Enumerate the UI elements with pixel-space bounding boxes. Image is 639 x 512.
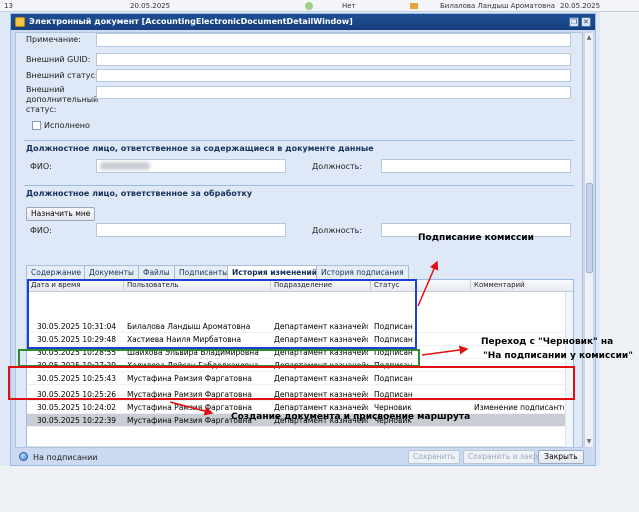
close-button[interactable]: Закрыть [538, 450, 584, 464]
window-titlebar[interactable]: Электронный документ [AccountingElectron… [11, 14, 595, 30]
cell-datetime: 30.05.2025 10:24:02 [37, 403, 117, 412]
bg-row-number: 13 [4, 2, 13, 10]
background-grid-row: 13 20.05.2025 Нет Билалова Ландыш Аромат… [0, 0, 639, 12]
assign-to-me-button[interactable]: Назначить мне [26, 207, 96, 221]
scroll-up-icon[interactable]: ▲ [585, 34, 593, 42]
redacted-text [100, 162, 150, 170]
ext-add-status-label: Внешний дополнительный статус: [26, 85, 99, 114]
check-icon [305, 2, 313, 10]
background-bottom [0, 466, 639, 512]
fio-field[interactable] [96, 159, 286, 173]
scroll-thumb[interactable] [586, 183, 593, 273]
ext-status-field[interactable] [96, 69, 571, 82]
note-field[interactable] [96, 33, 571, 47]
guid-field[interactable] [96, 53, 571, 66]
column-header-comment[interactable]: Комментарий [474, 281, 525, 289]
tab-documents[interactable]: Документы [84, 265, 139, 279]
processing-fio-field[interactable] [96, 223, 286, 237]
document-icon [15, 17, 25, 27]
close-icon[interactable]: ✕ [581, 17, 591, 27]
window-title: Электронный документ [AccountingElectron… [29, 17, 353, 26]
position-label: Должность: [312, 162, 363, 171]
position-label: Должность: [312, 226, 363, 235]
annotation-transition-line2: "На подписании у комиссии" [483, 351, 633, 361]
section-data-title: Должностное лицо, ответственное за содер… [26, 144, 374, 153]
annotation-transition-line1: Переход с "Черновик" на [481, 337, 614, 347]
scroll-down-icon[interactable]: ▼ [585, 438, 593, 446]
divider [24, 185, 574, 186]
column-separator [470, 280, 471, 292]
bg-row-date: 20.05.2025 [130, 2, 171, 10]
note-label: Примечание: [26, 35, 81, 44]
annotation-red-box [8, 366, 575, 400]
annotation-creation: Создание документа и присвоение маршрута [231, 412, 471, 422]
fio-label: ФИО: [30, 226, 52, 235]
executed-checkbox[interactable] [32, 121, 41, 130]
tab-strip: Содержание Документы Файлы Подписанты Ис… [26, 265, 574, 280]
position-field[interactable] [381, 159, 571, 173]
save-button[interactable]: Сохранить [408, 450, 460, 464]
guid-label: Внешний GUID: [26, 55, 91, 64]
annotation-blue-box [27, 279, 417, 349]
fio-label: ФИО: [30, 162, 52, 171]
save-and-close-button[interactable]: Сохранить и закрыть [463, 450, 552, 464]
tab-content[interactable]: Содержание [26, 265, 87, 279]
bg-row-value: Нет [342, 2, 356, 10]
cell-comment: Изменение подписантов в... [474, 403, 564, 412]
divider [24, 140, 574, 141]
tab-signing-history[interactable]: История подписания [316, 265, 409, 279]
restore-icon[interactable]: ❐ [569, 17, 579, 27]
executed-label: Исполнено [44, 121, 90, 130]
key-icon [410, 3, 418, 9]
background-area [600, 12, 639, 512]
status-icon [19, 452, 28, 461]
tab-change-history[interactable]: История изменений [227, 265, 323, 280]
tab-signers[interactable]: Подписанты [174, 265, 234, 279]
cell-datetime: 30.05.2025 10:22:39 [37, 416, 117, 425]
document-status: На подписании [33, 453, 98, 462]
section-processing-title: Должностное лицо, ответственное за обраб… [26, 189, 253, 198]
tab-files[interactable]: Файлы [138, 265, 175, 279]
annotation-green-box [18, 349, 420, 367]
cell-user: Мустафина Рамзия Фаргатовна [127, 403, 252, 412]
bg-row-person: Билалова Ландыш Ароматовна [440, 2, 556, 10]
bg-row-date2: 20.05.2025 [560, 2, 601, 10]
cell-department: Департамент казначейства... [274, 403, 368, 412]
window-scrollbar[interactable]: ▲ ▼ [584, 32, 594, 448]
ext-status-label: Внешний статус: [26, 71, 98, 80]
grid-horizontal-scrollbar[interactable] [27, 446, 565, 447]
window-footer: На подписании Сохранить Сохранить и закр… [15, 449, 593, 465]
ext-add-status-field[interactable] [96, 86, 571, 99]
annotation-commission: Подписание комиссии [418, 233, 534, 243]
cell-status: Черновик [374, 403, 412, 412]
